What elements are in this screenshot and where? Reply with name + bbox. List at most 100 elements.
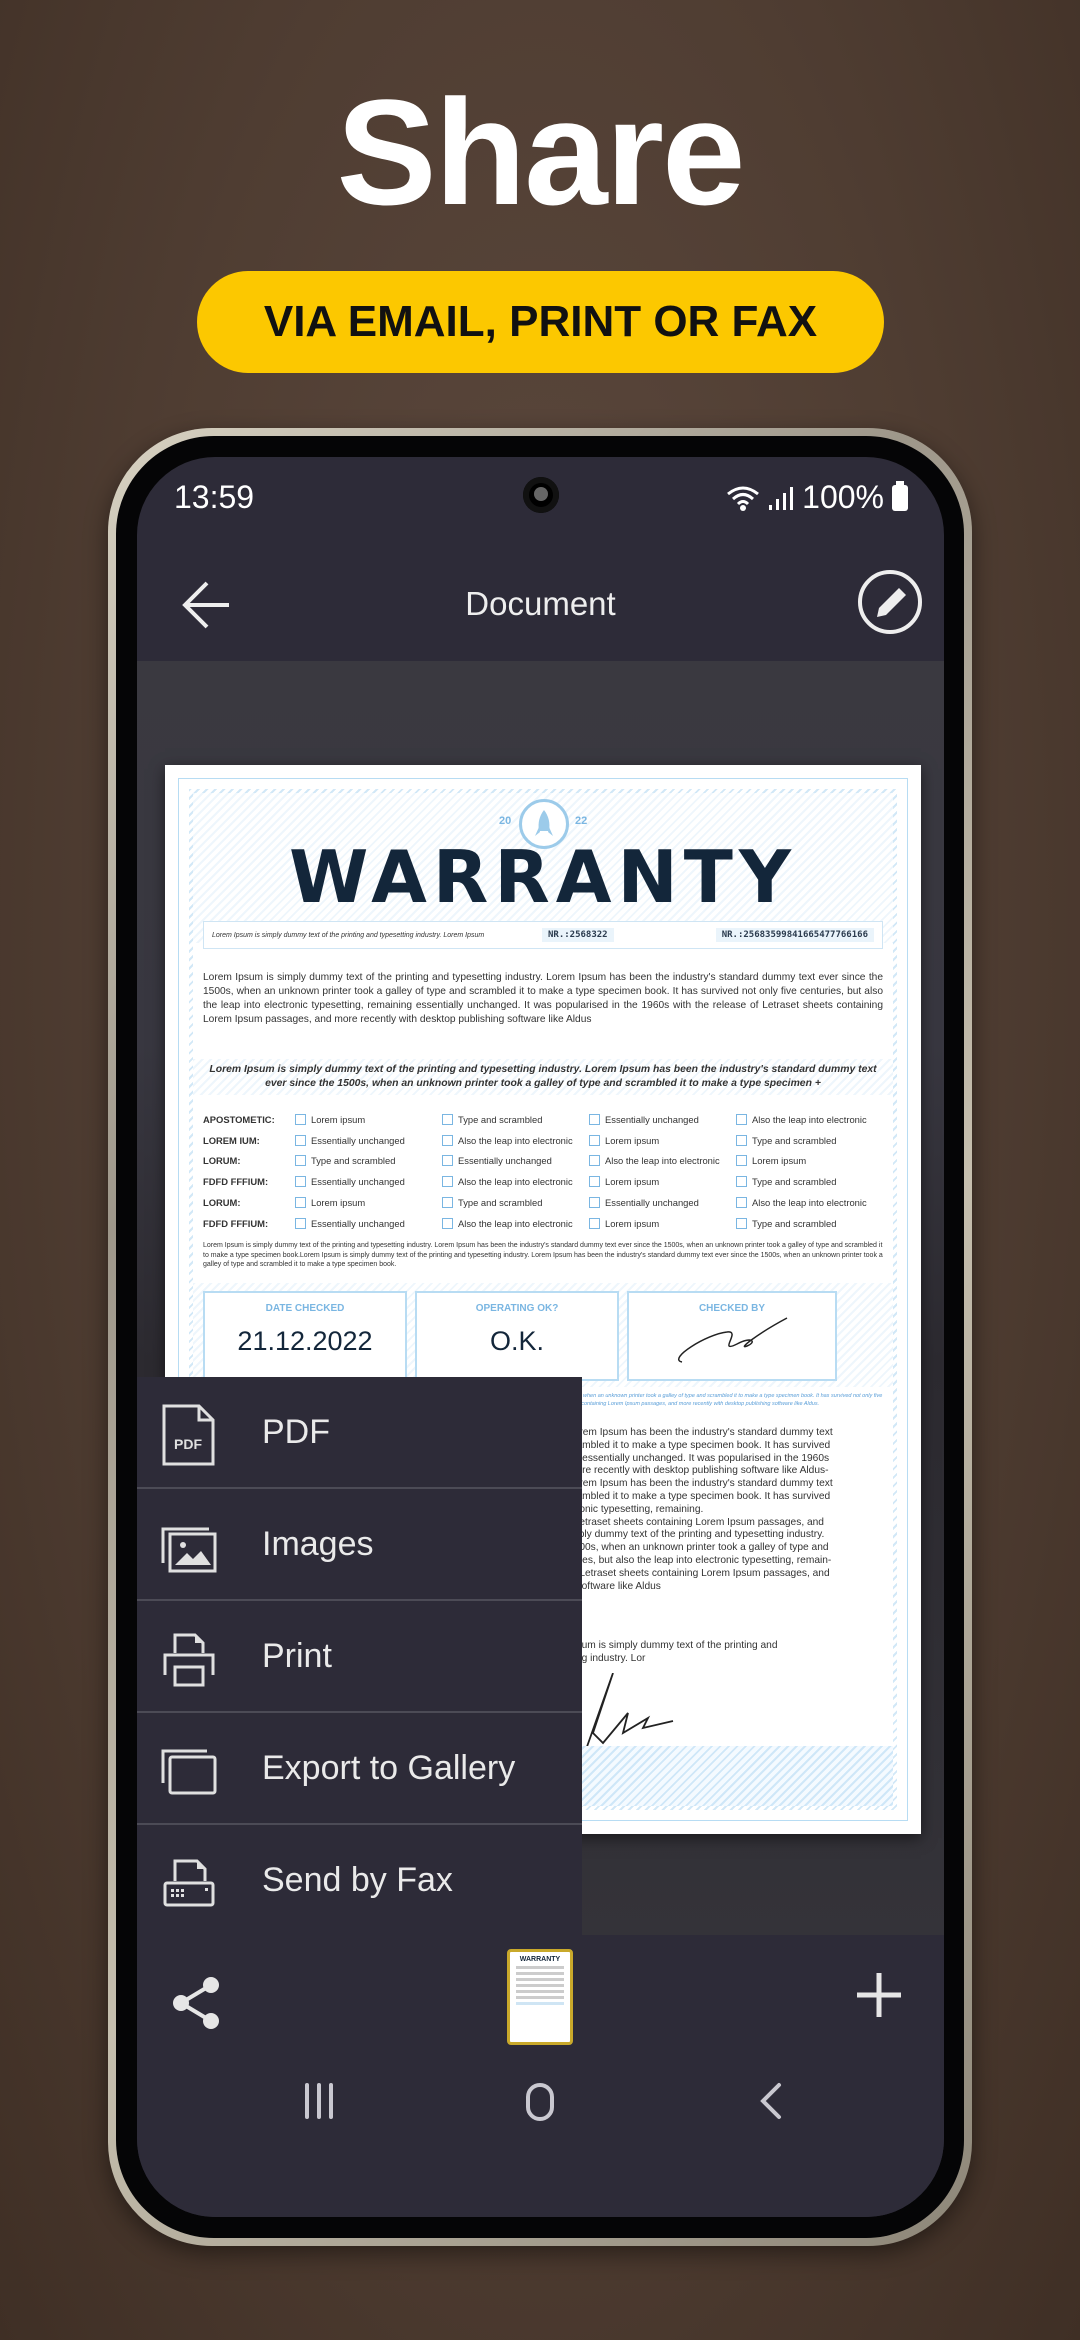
checklist-row-label: APOSTOMETIC: <box>203 1113 275 1125</box>
checklist-row-label: LORUM: <box>203 1155 241 1167</box>
body-line: 1500s, when an unknown printer took a ga… <box>568 1542 829 1554</box>
checklist-option-label: Also the leap into electronic <box>752 1113 867 1125</box>
checklist-option: Type and scrambled <box>442 1113 589 1125</box>
checklist-option-label: Lorem ipsum <box>311 1197 366 1209</box>
recent-apps-icon[interactable] <box>301 2083 337 2119</box>
menu-item-label: Print <box>262 1636 332 1675</box>
checklist-option: Lorem ipsum <box>589 1134 736 1146</box>
checkbox <box>589 1134 600 1146</box>
checklist-option: Essentially unchanged <box>295 1134 442 1146</box>
checked-by-box: CHECKED BY <box>627 1291 837 1381</box>
page-title: Document <box>465 585 616 622</box>
operating-ok-label: OPERATING OK? <box>475 1303 559 1314</box>
menu-item-export-gallery[interactable]: Export to Gallery <box>137 1713 582 1823</box>
checklist-row: LOREM IUM: Essentially unchanged Also the … <box>203 1130 883 1151</box>
checklist-row-label: FDFD FFFIUM: <box>203 1217 269 1229</box>
checklist-option-label: Lorem ipsum <box>605 1176 660 1188</box>
battery-icon <box>892 480 908 511</box>
operating-ok-box: OPERATING OK? O.K. <box>415 1291 619 1381</box>
checklist-option-label: Type and scrambled <box>752 1134 837 1146</box>
checklist-option-label: Type and scrambled <box>458 1113 543 1125</box>
checkbox <box>295 1134 306 1146</box>
thumbnail-line <box>516 1966 564 1969</box>
share-menu: PDF PDF Images Print Export to Gallery S… <box>137 1377 582 1937</box>
checklist-option: Type and scrambled <box>736 1134 883 1146</box>
number-bar: Lorem Ipsum is simply dummy text of the … <box>203 921 883 949</box>
thumbnail-line <box>516 1996 564 1999</box>
checklist-option-label: Lorem ipsum <box>605 1134 660 1146</box>
body-line: of Letraset sheets containing Lorem Ipsu… <box>568 1567 830 1579</box>
checklist-option: Type and scrambled <box>442 1197 589 1209</box>
checklist-row-label: LORUM: <box>203 1197 241 1209</box>
menu-item-fax[interactable]: Send by Fax <box>137 1825 582 1935</box>
date-checked-value: 21.12.2022 <box>237 1326 373 1356</box>
document-body-tail: Ipsum is simply dummy text of the printi… <box>568 1639 883 1665</box>
checklist-option-label: Essentially unchanged <box>458 1155 552 1167</box>
gallery-export-icon <box>161 1749 217 1795</box>
italic-paragraph: Lorem Ipsum is simply dummy text of the … <box>209 1064 877 1089</box>
checkbox <box>295 1217 306 1229</box>
checkbox <box>442 1217 453 1229</box>
checkbox <box>295 1176 306 1188</box>
checklist-option: Lorem ipsum <box>736 1155 883 1167</box>
short-number: NR.:2568322 <box>542 928 614 942</box>
status-time: 13:59 <box>174 479 255 515</box>
year-right: 22 <box>575 815 588 827</box>
checklist-option-label: Lorem ipsum <box>752 1155 807 1167</box>
back-icon[interactable] <box>757 2081 785 2121</box>
share-icon[interactable] <box>171 1975 221 2031</box>
status-icons: 100% <box>726 479 908 516</box>
plus-icon[interactable] <box>855 1971 903 2019</box>
small-paragraph: Lorem Ipsum is simply dummy text of the … <box>203 1242 883 1268</box>
checkbox <box>589 1113 600 1125</box>
checklist-option-label: Lorem ipsum <box>605 1217 660 1229</box>
signature-icon <box>678 1317 788 1363</box>
menu-item-label: Export to Gallery <box>262 1748 516 1787</box>
date-checked-box: DATE CHECKED 21.12.2022 <box>203 1291 407 1381</box>
checklist-option-label: Type and scrambled <box>752 1217 837 1229</box>
checkbox <box>736 1176 747 1188</box>
body-line: g software like Aldus <box>568 1580 661 1592</box>
thumbnail-line <box>516 1984 564 1987</box>
body-line: ng essentially unchanged. It was popular… <box>568 1452 830 1464</box>
checkbox <box>295 1155 306 1167</box>
menu-item-images[interactable]: Images <box>137 1489 582 1599</box>
checklist-option: Also the leap into electronic <box>442 1134 589 1146</box>
menu-item-pdf[interactable]: PDF PDF <box>137 1377 582 1487</box>
checklist-option: Essentially unchanged <box>295 1217 442 1229</box>
checklist-row: FDFD FFFIUM: Essentially unchanged Also th… <box>203 1213 883 1234</box>
checklist-row: LORUM: Lorem ipsum Type and scrambled Essen… <box>203 1192 883 1213</box>
checkbox <box>295 1113 306 1125</box>
checkbox <box>736 1217 747 1229</box>
checklist-option-label: Also the leap into electronic <box>458 1217 573 1229</box>
checklist-option-label: Type and scrambled <box>311 1155 396 1167</box>
thumbnail-title: WARRANTY <box>519 1956 561 1963</box>
home-icon[interactable] <box>526 2083 554 2121</box>
promo-title: Share <box>336 68 746 236</box>
checkbox <box>442 1197 453 1209</box>
document-paragraph: Lorem Ipsum is simply dummy text of the … <box>203 972 883 1025</box>
checklist-row: FDFD FFFIUM: Essentially unchanged Also th… <box>203 1171 883 1192</box>
menu-item-print[interactable]: Print <box>137 1601 582 1711</box>
operating-ok-value: O.K. <box>489 1326 544 1356</box>
checklist-option: Also the leap into electronic <box>736 1113 883 1125</box>
checklist-option: Lorem ipsum <box>589 1176 736 1188</box>
page-thumbnail[interactable]: WARRANTY <box>507 1949 573 2045</box>
fax-icon <box>163 1859 215 1907</box>
checklist-option-label: Essentially unchanged <box>605 1197 699 1209</box>
app-bar: Document <box>137 557 944 661</box>
check-boxes-band: DATE CHECKED 21.12.2022 OPERATING OK? O.… <box>193 1283 893 1387</box>
menu-item-label: PDF <box>262 1412 330 1451</box>
body-line: f Letraset sheets containing Lorem Ipsum… <box>568 1516 824 1528</box>
thumbnail-line <box>516 1972 564 1975</box>
checkbox <box>442 1134 453 1146</box>
promo-subtitle-badge: VIA EMAIL, PRINT OR FAX <box>197 271 884 373</box>
checkbox <box>736 1197 747 1209</box>
checkbox <box>589 1155 600 1167</box>
checkbox <box>442 1155 453 1167</box>
checklist-option: Type and scrambled <box>736 1217 883 1229</box>
checklist-option-label: Essentially unchanged <box>311 1176 405 1188</box>
pdf-file-icon: PDF <box>162 1404 215 1466</box>
menu-item-label: Send by Fax <box>262 1860 453 1899</box>
pencil-circle-icon[interactable] <box>855 567 925 637</box>
